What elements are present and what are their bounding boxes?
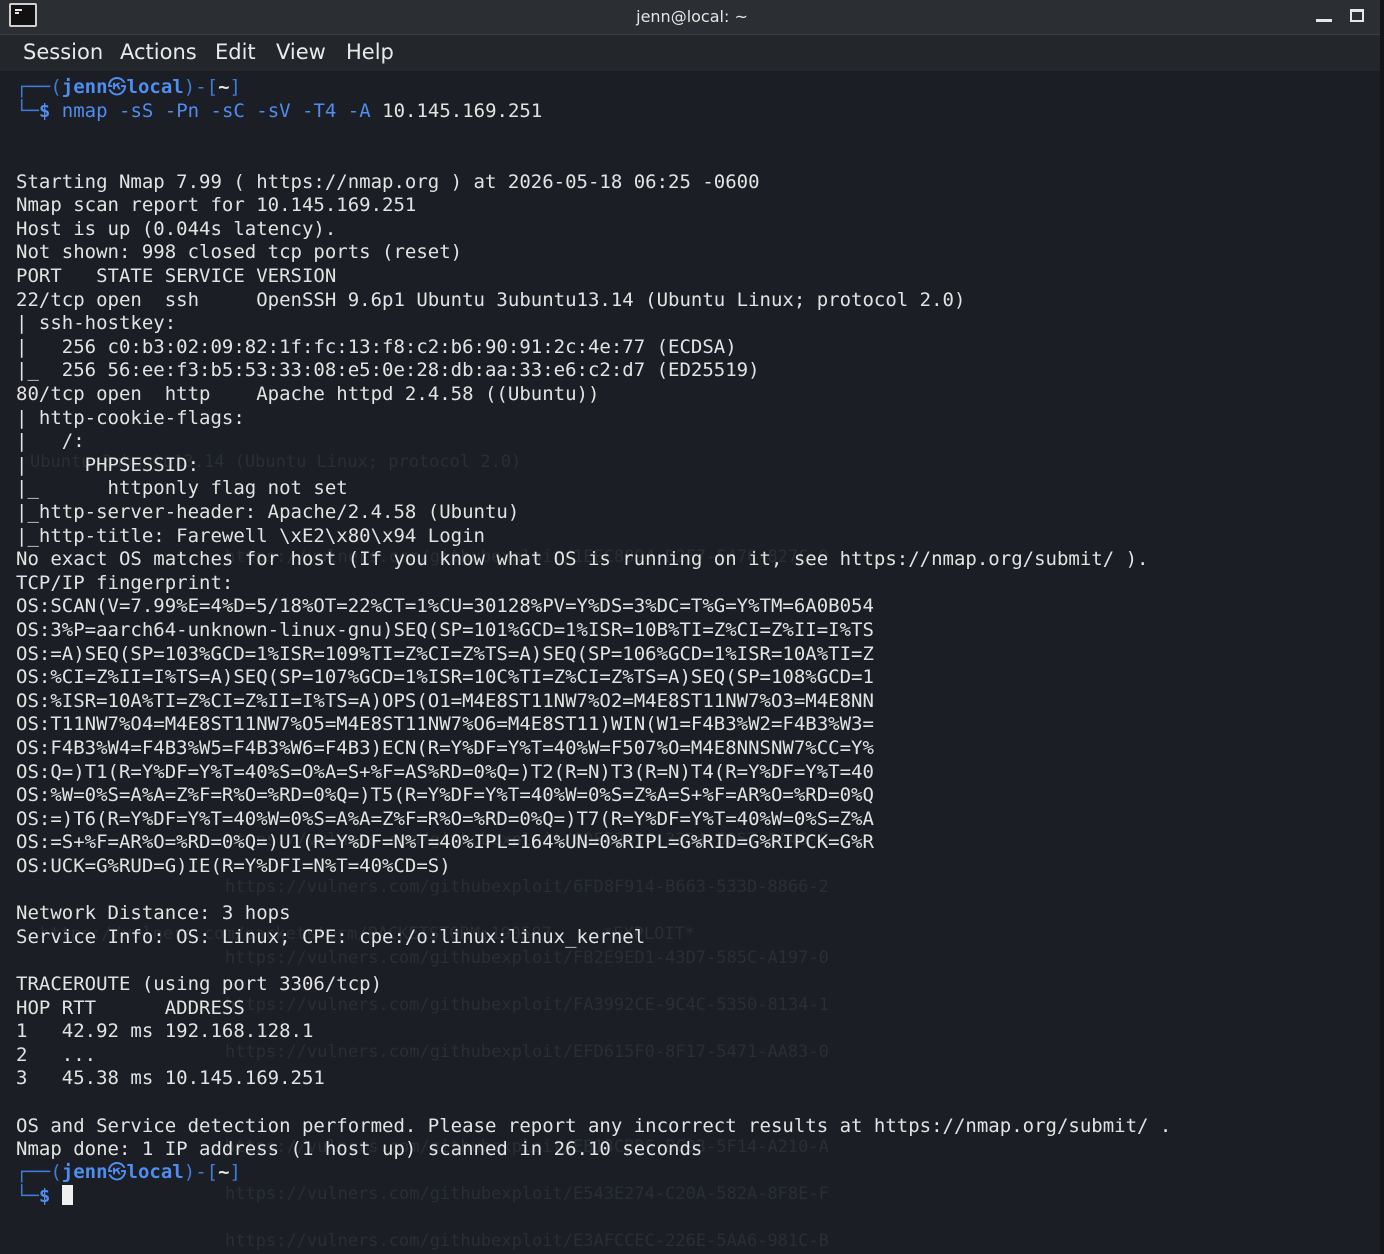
output-line: OS:T11NW7%O4=M4E8ST11NW7%O5=M4E8ST11NW7%… bbox=[16, 713, 874, 735]
output-line: 80/tcp open http Apache httpd 2.4.58 ((U… bbox=[16, 383, 600, 405]
menu-view[interactable]: View bbox=[276, 35, 326, 71]
prompt-bracket: ] bbox=[229, 1161, 241, 1183]
output-line: OS:Q=)T1(R=Y%DF=Y%T=40%S=O%A=S+%F=AS%RD=… bbox=[16, 761, 874, 783]
output-line: | ssh-hostkey: bbox=[16, 312, 177, 334]
ghost-text: https://vulners.com/githubexploit/EFD615… bbox=[225, 1042, 829, 1062]
menu-edit[interactable]: Edit bbox=[215, 35, 256, 71]
output-line: OS:%ISR=10A%TI=Z%CI=Z%II=I%TS=A)OPS(O1=M… bbox=[16, 690, 874, 712]
output-line: OS:SCAN(V=7.99%E=4%D=5/18%OT=22%CT=1%CU=… bbox=[16, 595, 874, 617]
output-line: OS:%CI=Z%II=I%TS=A)SEQ(SP=107%GCD=1%ISR=… bbox=[16, 666, 874, 688]
prompt-host: local bbox=[126, 76, 184, 98]
output-line: |_http-title: Farewell \xE2\x80\x94 Logi… bbox=[16, 525, 485, 547]
output-line: OS:=S+%F=AR%O=%RD=0%Q=)U1(R=Y%DF=N%T=40%… bbox=[16, 831, 874, 853]
output-line: No exact OS matches for host (If you kno… bbox=[16, 548, 1149, 570]
prompt-user: jenn bbox=[61, 76, 108, 98]
prompt-dollar: $ bbox=[38, 100, 51, 122]
command-flags: -sS -Pn -sC -sV -T4 -A bbox=[119, 100, 371, 122]
output-line: Nmap done: 1 IP address (1 host up) scan… bbox=[16, 1138, 703, 1160]
prompt-dollar: $ bbox=[38, 1185, 51, 1207]
output-line: |_ 256 56:ee:f3:b5:53:33:08:e5:0e:28:db:… bbox=[16, 359, 760, 381]
output-line: OS:F4B3%W4=F4B3%W5=F4B3%W6=F4B3)ECN(R=Y%… bbox=[16, 737, 874, 759]
prompt-dir: ~ bbox=[218, 76, 230, 98]
output-line: |_ httponly flag not set bbox=[16, 477, 348, 499]
output-line: OS:=A)SEQ(SP=103%GCD=1%ISR=109%TI=Z%CI=Z… bbox=[16, 643, 874, 665]
output-line: TRACEROUTE (using port 3306/tcp) bbox=[16, 973, 383, 995]
prompt-at-icon: ㉿ bbox=[107, 1161, 127, 1183]
window-titlebar: jenn@local: ~ bbox=[0, 0, 1384, 35]
output-line: Starting Nmap 7.99 ( https://nmap.org ) … bbox=[16, 171, 760, 193]
output-line: OS:%W=0%S=A%A=Z%F=R%O=%RD=0%Q=)T5(R=Y%DF… bbox=[16, 784, 874, 806]
prompt-bracket: )-[ bbox=[183, 76, 219, 98]
window-edge bbox=[1380, 0, 1384, 1254]
output-line: OS:3%P=aarch64-unknown-linux-gnu)SEQ(SP=… bbox=[16, 619, 874, 641]
output-line: Network Distance: 3 hops bbox=[16, 902, 291, 924]
menu-actions[interactable]: Actions bbox=[120, 35, 197, 71]
output-line: 2 ... bbox=[16, 1044, 97, 1066]
output-line: Not shown: 998 closed tcp ports (reset) bbox=[16, 241, 463, 263]
output-line: |_http-server-header: Apache/2.4.58 (Ubu… bbox=[16, 501, 520, 523]
ghost-text: https://vulners.com/githubexploit/E3AFCC… bbox=[225, 1231, 829, 1251]
ghost-text: https://vulners.com/githubexploit/E543E2… bbox=[225, 1184, 829, 1204]
minimize-icon[interactable] bbox=[1316, 19, 1332, 22]
output-line: Host is up (0.044s latency). bbox=[16, 218, 337, 240]
command-target: 10.145.169.251 bbox=[382, 100, 543, 122]
prompt-line: ┌──(jenn㉿local)-[~] bbox=[16, 76, 241, 99]
command-name: nmap bbox=[61, 100, 108, 122]
command-line: └─$ nmap -sS -Pn -sC -sV -T4 -A 10.145.1… bbox=[16, 100, 542, 123]
prompt-bracket: ┌──( bbox=[16, 76, 62, 98]
ghost-text: https://vulners.com/githubexploit/6FD8F9… bbox=[225, 877, 829, 897]
output-line: PORT STATE SERVICE VERSION bbox=[16, 265, 337, 287]
output-line: HOP RTT ADDRESS bbox=[16, 997, 245, 1019]
terminal-output-area[interactable]: Ubuntu 3ubuntu13.14 (Ubuntu Linux; proto… bbox=[0, 71, 1380, 1254]
prompt-corner: └─ bbox=[16, 1185, 39, 1207]
output-line: | 256 c0:b3:02:09:82:1f:fc:13:f8:c2:b6:9… bbox=[16, 336, 737, 358]
output-line: OS:=)T6(R=Y%DF=Y%T=40%W=0%S=A%A=Z%F=R%O=… bbox=[16, 808, 874, 830]
prompt-user: jenn bbox=[61, 1161, 108, 1183]
output-line: OS:UCK=G%RUD=G)IE(R=Y%DFI=N%T=40%CD=S) bbox=[16, 855, 451, 877]
prompt-at-icon: ㉿ bbox=[107, 76, 127, 98]
output-line: 3 45.38 ms 10.145.169.251 bbox=[16, 1067, 325, 1089]
output-line: 22/tcp open ssh OpenSSH 9.6p1 Ubuntu 3ub… bbox=[16, 289, 966, 311]
output-line: | PHPSESSID: bbox=[16, 454, 200, 476]
prompt-bracket: ┌──( bbox=[16, 1161, 62, 1183]
output-line: 1 42.92 ms 192.168.128.1 bbox=[16, 1020, 314, 1042]
menu-bar: Session Actions Edit View Help bbox=[0, 35, 1384, 71]
prompt-host: local bbox=[126, 1161, 184, 1183]
maximize-icon[interactable] bbox=[1350, 9, 1364, 22]
prompt-bracket: ] bbox=[229, 76, 241, 98]
output-line: OS and Service detection performed. Plea… bbox=[16, 1115, 1172, 1137]
output-line: | http-cookie-flags: bbox=[16, 407, 245, 429]
ghost-text: https://vulners.com/githubexploit/FB2E9E… bbox=[225, 948, 829, 968]
command-line[interactable]: └─$ bbox=[16, 1185, 73, 1208]
prompt-line: ┌──(jenn㉿local)-[~] bbox=[16, 1161, 241, 1184]
prompt-bracket: )-[ bbox=[183, 1161, 219, 1183]
output-line: Service Info: OS: Linux; CPE: cpe:/o:lin… bbox=[16, 926, 646, 948]
output-line: | /: bbox=[16, 430, 85, 452]
prompt-dir: ~ bbox=[218, 1161, 230, 1183]
menu-session[interactable]: Session bbox=[23, 35, 103, 71]
window-title: jenn@local: ~ bbox=[636, 7, 748, 26]
output-line: TCP/IP fingerprint: bbox=[16, 572, 234, 594]
text-cursor bbox=[61, 1185, 73, 1205]
ghost-text: https://vulners.com/githubexploit/FA3992… bbox=[225, 995, 829, 1015]
prompt-corner: └─ bbox=[16, 100, 39, 122]
output-line: Nmap scan report for 10.145.169.251 bbox=[16, 194, 417, 216]
menu-help[interactable]: Help bbox=[346, 35, 394, 71]
